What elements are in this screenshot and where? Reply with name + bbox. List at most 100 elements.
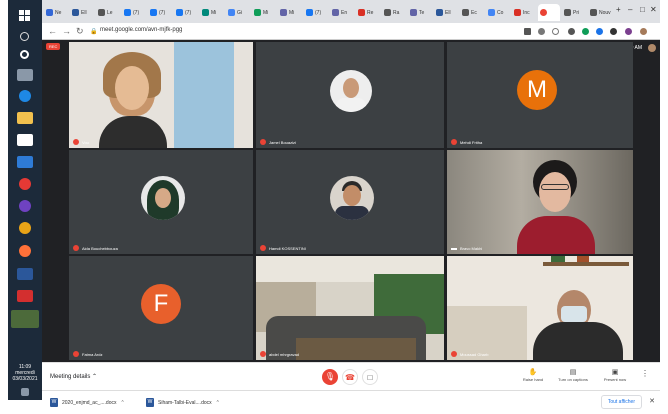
captions-button[interactable]: ▤ Turn on captions — [558, 369, 588, 382]
video-shelf — [543, 262, 629, 266]
photos-icon[interactable] — [19, 200, 31, 212]
tab-favicon-icon — [488, 9, 495, 16]
download-item[interactable]: W 2020_enjmd_ac_....docx ⌃ — [50, 398, 125, 407]
download-filename: 2020_enjmd_ac_....docx — [62, 399, 117, 406]
extension-icon[interactable] — [582, 28, 589, 35]
taskbar-date: 03/03/2021 — [12, 376, 38, 382]
tab[interactable]: Inc — [512, 4, 538, 21]
tab[interactable]: Le — [96, 4, 122, 21]
task-view-icon[interactable] — [17, 69, 33, 81]
opera-icon[interactable] — [19, 178, 31, 190]
search-icon[interactable] — [20, 32, 29, 41]
url-field[interactable]: meet.google.com/avn-mjfk-pgg — [100, 27, 182, 33]
participant-tile[interactable]: Hamdi KOSSENTINI — [256, 150, 444, 254]
windows-start-icon[interactable] — [19, 10, 31, 22]
store-icon[interactable] — [17, 134, 33, 146]
mail-icon[interactable] — [17, 156, 33, 168]
taskbar-clock[interactable]: 11:09 mercredi 03/03/2021 — [8, 364, 42, 382]
tab[interactable]: Te — [408, 4, 434, 21]
reload-icon[interactable]: ↻ — [76, 26, 84, 37]
raise-hand-button[interactable]: ✋ Raise hand — [518, 369, 548, 382]
tab[interactable]: Ne — [44, 4, 70, 21]
forward-arrow-icon[interactable]: → — [62, 26, 71, 36]
tab-favicon-icon — [564, 9, 571, 16]
participant-tile[interactable]: Bravo Makhi — [447, 150, 633, 254]
tab[interactable]: (7) — [148, 4, 174, 21]
participant-tile[interactable]: M Mehdi Fritha — [447, 42, 633, 148]
tab[interactable]: Ell — [70, 4, 96, 21]
more-options-icon[interactable]: ⋮ — [638, 369, 652, 378]
participant-torso — [517, 216, 595, 254]
tab[interactable]: Ec — [460, 4, 486, 21]
tab-active-meet[interactable] — [538, 4, 560, 21]
download-filename: Siham-Talbi-Eval....docx — [158, 399, 212, 406]
tab-label: Ec — [471, 10, 477, 16]
camera-icon[interactable] — [524, 28, 531, 35]
mic-off-icon — [260, 351, 266, 357]
windows-taskbar: 11:09 mercredi 03/03/2021 — [8, 0, 42, 400]
download-item[interactable]: W Siham-Talbi-Eval....docx ⌃ — [146, 398, 220, 407]
tab[interactable]: Co — [486, 4, 512, 21]
tab[interactable]: (7) — [122, 4, 148, 21]
recording-badge: REC — [46, 43, 61, 50]
participant-name-text: Aida Bouchebbouza — [82, 245, 118, 251]
acrobat-icon[interactable] — [17, 290, 33, 302]
participant-tile[interactable]: Jamel Bouazizi — [256, 42, 444, 148]
tab[interactable]: Mi — [200, 4, 226, 21]
tab[interactable]: (7) — [174, 4, 200, 21]
star-icon[interactable] — [552, 28, 559, 35]
tab[interactable]: Gi — [226, 4, 252, 21]
tab[interactable]: Ell — [434, 4, 460, 21]
tab-label: Ell — [445, 10, 451, 16]
participant-tile[interactable]: abdel mhrgravad — [256, 256, 444, 360]
tab-label: Te — [419, 10, 425, 16]
participant-tile[interactable]: Vou — [69, 42, 253, 148]
new-tab-button[interactable]: + — [616, 5, 621, 14]
show-all-downloads-button[interactable]: Tout afficher — [600, 395, 642, 409]
edge-icon[interactable] — [19, 90, 31, 102]
file-explorer-icon[interactable] — [17, 112, 33, 124]
chevron-up-icon[interactable]: ⌃ — [216, 400, 220, 406]
meeting-details-button[interactable]: Meeting details ⌃ — [50, 373, 97, 380]
chevron-up-icon[interactable]: ⌃ — [120, 400, 124, 406]
close-window-button[interactable]: ✕ — [650, 5, 657, 14]
tab[interactable]: Re — [356, 4, 382, 21]
menu-icon[interactable] — [625, 28, 632, 35]
extension-icon[interactable] — [596, 28, 603, 35]
tab[interactable]: En — [330, 4, 356, 21]
word-icon[interactable] — [17, 268, 33, 280]
participant-name: Aida Bouchebbouza — [73, 245, 118, 251]
participant-tile[interactable]: Moussad Gharb — [447, 256, 633, 360]
firefox-icon[interactable] — [19, 245, 31, 257]
maximize-button[interactable]: □ — [640, 5, 645, 14]
tab[interactable]: Mi — [278, 4, 304, 21]
chrome-icon[interactable] — [19, 222, 31, 234]
tab-label: Gi — [237, 10, 242, 16]
self-avatar[interactable] — [648, 44, 656, 52]
extension-icon[interactable] — [568, 28, 575, 35]
mic-toggle-button[interactable]: 🎙 — [322, 369, 338, 385]
puzzle-icon[interactable] — [610, 28, 617, 35]
tab[interactable]: Nouv — [588, 4, 614, 21]
tab[interactable]: Ra — [382, 4, 408, 21]
back-arrow-icon[interactable]: ← — [48, 26, 57, 36]
tab-favicon-icon — [72, 9, 79, 16]
participant-name: Fatma Ardz — [73, 351, 102, 357]
meet-video-grid: REC Dorra Mokhtarn and 16 more ☷ ▣ 11:09… — [42, 40, 660, 362]
close-download-shelf-button[interactable]: ✕ — [649, 397, 655, 405]
tab-label: Inc — [523, 10, 530, 16]
tab[interactable]: Pri — [562, 4, 588, 21]
notification-icon[interactable] — [21, 388, 29, 396]
present-now-button[interactable]: ▣ Present now — [600, 369, 630, 382]
camera-toggle-button[interactable]: □ — [362, 369, 378, 385]
participant-tile[interactable]: F Fatma Ardz — [69, 256, 253, 360]
participant-tile[interactable]: Aida Bouchebbouza — [69, 150, 253, 254]
tab[interactable]: Mi — [252, 4, 278, 21]
cortana-icon[interactable] — [20, 50, 29, 59]
zoom-icon[interactable] — [538, 28, 545, 35]
active-app-icon[interactable] — [11, 310, 39, 328]
tab[interactable]: (7) — [304, 4, 330, 21]
hang-up-button[interactable]: ☎ — [342, 369, 358, 385]
minimize-button[interactable]: – — [628, 5, 632, 14]
profile-avatar[interactable] — [640, 28, 647, 35]
